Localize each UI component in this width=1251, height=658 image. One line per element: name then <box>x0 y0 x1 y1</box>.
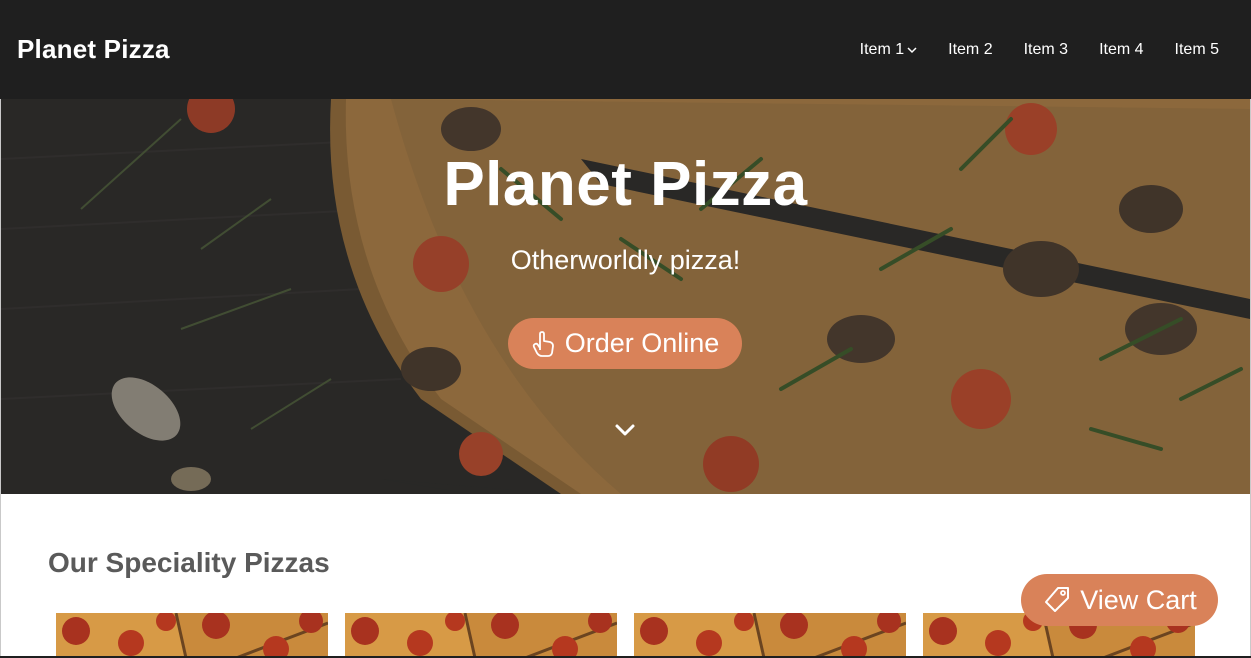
pointing-hand-icon <box>531 330 557 358</box>
hero-banner: Planet Pizza Otherworldly pizza! Order O… <box>1 99 1250 494</box>
tag-icon <box>1042 585 1072 615</box>
hero-subtitle: Otherworldly pizza! <box>510 245 741 275</box>
nav-item-label: Item 5 <box>1174 40 1219 58</box>
pepperoni-pizza-image <box>56 613 328 658</box>
brand-logo[interactable]: Planet Pizza <box>17 34 170 65</box>
view-cart-label: View Cart <box>1080 584 1197 615</box>
page-edge-left <box>0 99 1 658</box>
chevron-down-icon[interactable] <box>612 419 638 441</box>
pizza-card[interactable] <box>56 613 328 658</box>
nav-item-1[interactable]: Item 1 <box>860 41 917 59</box>
nav-item-3[interactable]: Item 3 <box>1024 41 1068 59</box>
nav-item-2[interactable]: Item 2 <box>948 41 992 59</box>
pizza-card[interactable] <box>345 613 617 658</box>
order-online-button[interactable]: Order Online <box>508 318 742 369</box>
nav-item-4[interactable]: Item 4 <box>1099 41 1143 59</box>
nav-item-5[interactable]: Item 5 <box>1175 41 1219 59</box>
pizza-card[interactable] <box>634 613 906 658</box>
nav-item-label: Item 1 <box>859 40 905 58</box>
nav-item-label: Item 3 <box>1023 40 1069 58</box>
view-cart-button[interactable]: View Cart <box>1021 574 1218 626</box>
pepperoni-pizza-image <box>634 613 906 658</box>
hero-title: Planet Pizza <box>443 150 808 219</box>
section-title: Our Speciality Pizzas <box>48 547 330 578</box>
order-online-label: Order Online <box>564 328 720 358</box>
nav-menu: Item 1 Item 2 Item 3 Item 4 Item 5 <box>829 41 1219 59</box>
chevron-down-icon <box>907 46 917 54</box>
nav-item-label: Item 4 <box>1099 40 1144 58</box>
nav-item-label: Item 2 <box>948 40 993 58</box>
pepperoni-pizza-image <box>345 613 617 658</box>
navbar: Planet Pizza Item 1 Item 2 Item 3 Item 4… <box>0 0 1251 99</box>
